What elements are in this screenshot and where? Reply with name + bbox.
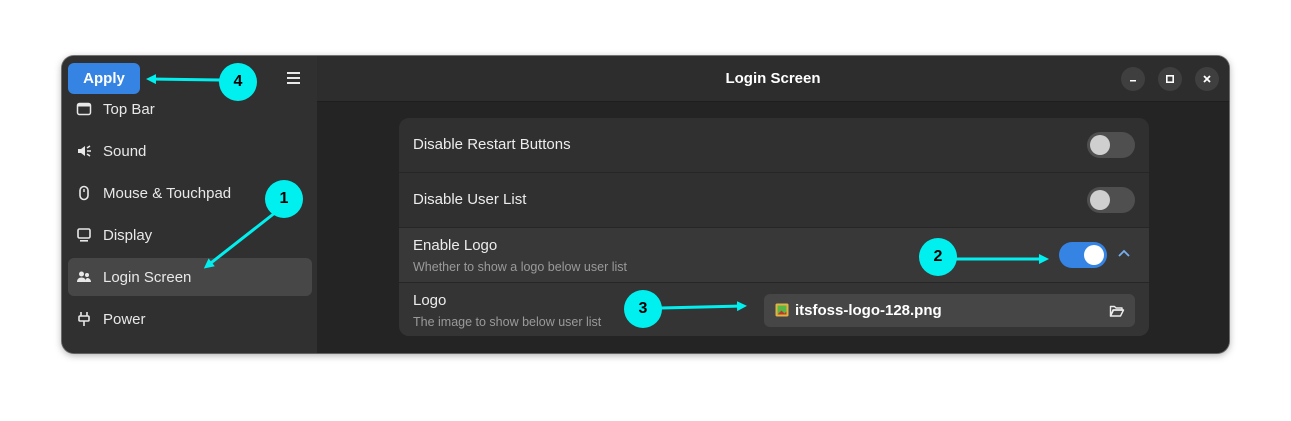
- sidebar-item-display[interactable]: Display: [68, 216, 312, 254]
- row-subtitle: The image to show below user list: [413, 315, 602, 329]
- close-button[interactable]: [1195, 67, 1219, 91]
- disable-restart-switch[interactable]: [1087, 132, 1135, 158]
- row-title: Disable Restart Buttons: [413, 136, 571, 153]
- enable-logo-switch[interactable]: [1059, 242, 1107, 268]
- folder-open-icon: [1109, 303, 1125, 319]
- logo-row: Logo The image to show below user list i…: [399, 283, 1149, 336]
- logo-file-name: itsfoss-logo-128.png: [795, 302, 942, 319]
- row-title: Enable Logo: [413, 237, 498, 254]
- minimize-button[interactable]: [1121, 67, 1145, 91]
- minimize-icon: [1130, 80, 1136, 82]
- disable-restart-row: Disable Restart Buttons: [399, 118, 1149, 173]
- top-bar-icon: [76, 101, 92, 117]
- sidebar-item-label: Power: [103, 310, 146, 328]
- maximize-icon: [1165, 74, 1175, 84]
- maximize-button[interactable]: [1158, 67, 1182, 91]
- power-plug-icon: [76, 311, 92, 327]
- settings-card: Disable Restart Buttons Disable User Lis…: [399, 118, 1149, 336]
- image-file-icon: [775, 303, 789, 317]
- users-icon: [76, 269, 92, 285]
- content-area: Login Screen Disable Restart Buttons Dis…: [317, 56, 1229, 353]
- enable-logo-row[interactable]: Enable Logo Whether to show a logo below…: [399, 228, 1149, 283]
- logo-file-chooser-button[interactable]: itsfoss-logo-128.png: [764, 294, 1135, 327]
- annotation-marker-3: 3: [624, 290, 662, 328]
- row-subtitle: Whether to show a logo below user list: [413, 260, 627, 274]
- annotation-marker-4: 4: [219, 63, 257, 101]
- mouse-icon: [76, 185, 92, 201]
- row-title: Disable User List: [413, 191, 527, 208]
- annotation-marker-2: 2: [919, 238, 957, 276]
- chevron-up-icon[interactable]: [1116, 246, 1132, 262]
- monitor-icon: [76, 227, 92, 243]
- sidebar-item-label: Sound: [103, 142, 147, 160]
- sidebar-item-label: Mouse & Touchpad: [103, 184, 232, 202]
- row-title: Logo: [413, 292, 447, 309]
- disable-user-list-row: Disable User List: [399, 173, 1149, 228]
- close-icon: [1203, 75, 1211, 83]
- header-bar: Login Screen: [317, 56, 1229, 102]
- sidebar-item-login-screen[interactable]: Login Screen: [68, 258, 312, 296]
- sidebar-item-label: Top Bar: [103, 100, 155, 118]
- hamburger-menu-icon[interactable]: [284, 69, 304, 87]
- sidebar-item-top-bar[interactable]: Top Bar: [68, 90, 312, 128]
- sidebar-item-label: Display: [103, 226, 153, 244]
- disable-user-list-switch[interactable]: [1087, 187, 1135, 213]
- sidebar-item-sound[interactable]: Sound: [68, 132, 312, 170]
- sidebar-item-power[interactable]: Power: [68, 300, 312, 338]
- speaker-icon: [76, 143, 92, 159]
- sidebar-item-label: Login Screen: [103, 268, 192, 286]
- annotation-marker-1: 1: [265, 180, 303, 218]
- page-title: Login Screen: [725, 70, 821, 87]
